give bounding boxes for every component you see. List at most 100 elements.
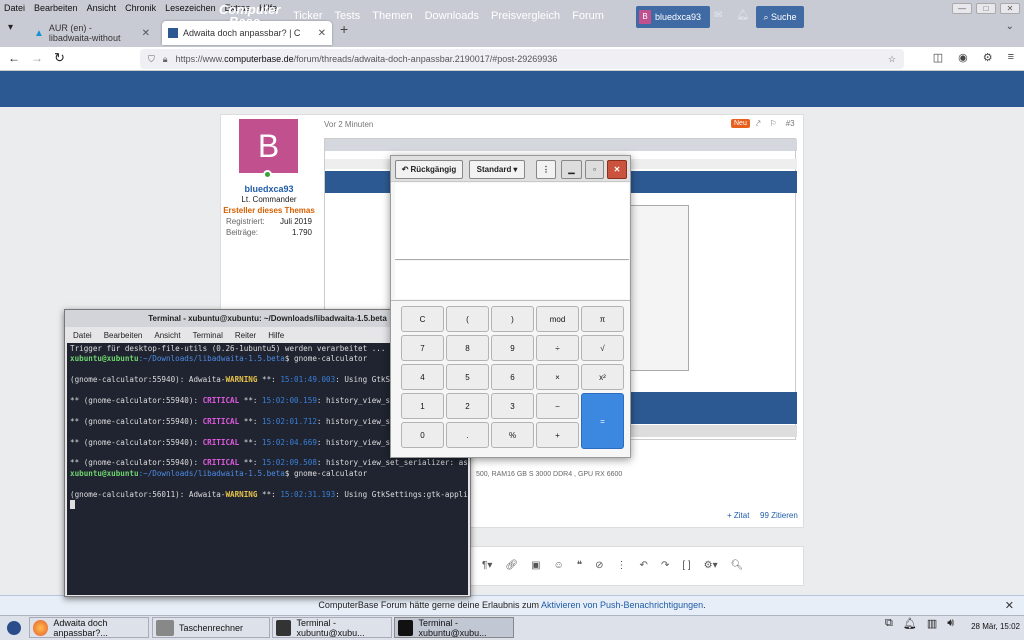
close-button[interactable]: ✕: [607, 160, 627, 179]
back-arrow-icon[interactable]: ←: [8, 51, 20, 65]
undo-icon[interactable]: ↶: [640, 560, 648, 571]
extensions-icon[interactable]: ⚙: [983, 51, 993, 64]
undo-button[interactable]: ↶ Rückgängig: [395, 160, 463, 179]
volume-icon[interactable]: 🔊︎: [947, 617, 954, 630]
whisker-menu-icon[interactable]: [4, 617, 24, 638]
taskbar-item-terminal-2[interactable]: Terminal - xubuntu@xubu...: [394, 617, 514, 638]
settings-icon[interactable]: ⚙▾: [704, 560, 718, 571]
taskbar-item-firefox[interactable]: Adwaita doch anpassbar?...: [29, 617, 149, 638]
nav-preisvergleich[interactable]: Preisvergleich: [491, 10, 560, 22]
key-close-paren[interactable]: ): [491, 306, 534, 332]
mode-dropdown[interactable]: Standard ▾: [469, 160, 525, 179]
share-icon[interactable]: ⤤: [756, 119, 761, 129]
image-icon[interactable]: ▣: [531, 560, 540, 571]
nav-themen[interactable]: Themen: [372, 10, 412, 22]
menu-icon[interactable]: ⋮: [536, 160, 556, 179]
terminal-menu-reiter[interactable]: Reiter: [235, 331, 256, 340]
close-icon[interactable]: ✕: [1005, 599, 1014, 612]
calculator-window[interactable]: ↶ Rückgängig Standard ▾ ⋮ ▁ ▫ ✕ C ( ) mod …: [390, 155, 631, 458]
emoji-icon[interactable]: ☺: [554, 560, 564, 571]
link-icon[interactable]: 🔗︎: [505, 560, 518, 571]
key-decimal[interactable]: .: [446, 422, 489, 448]
account-icon[interactable]: ◉: [958, 51, 968, 64]
key-percent[interactable]: %: [491, 422, 534, 448]
menu-bearbeiten[interactable]: Bearbeiten: [34, 3, 78, 13]
key-minus[interactable]: −: [536, 393, 579, 419]
menu-lesezeichen[interactable]: Lesezeichen: [165, 3, 216, 13]
quote-icon[interactable]: ❝: [577, 560, 582, 571]
key-9[interactable]: 9: [491, 335, 534, 361]
key-4[interactable]: 4: [401, 364, 444, 390]
input-display[interactable]: [395, 261, 629, 299]
maximize-button[interactable]: ▫: [585, 160, 604, 179]
quote-button[interactable]: + Zitat: [727, 511, 749, 520]
pocket-icon[interactable]: ◫: [933, 51, 943, 64]
key-1[interactable]: 1: [401, 393, 444, 419]
nav-downloads[interactable]: Downloads: [425, 10, 479, 22]
bookmark-star-icon[interactable]: ☆: [888, 54, 896, 65]
forward-arrow-icon[interactable]: →: [31, 51, 43, 65]
taskbar-item-calculator[interactable]: Taschenrechner: [152, 617, 270, 638]
key-mod[interactable]: mod: [536, 306, 579, 332]
mail-icon[interactable]: ✉: [714, 10, 722, 21]
post-time[interactable]: Vor 2 Minuten: [324, 120, 373, 129]
key-2[interactable]: 2: [446, 393, 489, 419]
key-5[interactable]: 5: [446, 364, 489, 390]
key-equals[interactable]: =: [581, 393, 624, 449]
close-icon[interactable]: ✕: [318, 28, 326, 39]
taskbar-item-terminal-1[interactable]: Terminal - xubuntu@xubu...: [272, 617, 392, 638]
push-enable-link[interactable]: Aktivieren von Push-Benachrichtigungen: [541, 600, 703, 610]
key-6[interactable]: 6: [491, 364, 534, 390]
lock-icon[interactable]: 🔒︎: [163, 54, 168, 65]
minimize-button[interactable]: ▁: [561, 160, 582, 179]
user-menu[interactable]: B bluedxca93: [636, 6, 710, 28]
key-divide[interactable]: ÷: [536, 335, 579, 361]
preview-icon[interactable]: 🔍︎: [731, 560, 744, 571]
close-icon[interactable]: ✕: [142, 28, 150, 39]
spoiler-icon[interactable]: ⊘: [595, 560, 603, 571]
paragraph-icon[interactable]: ¶▾: [482, 560, 492, 571]
menu-datei[interactable]: Datei: [4, 3, 25, 13]
minimize-button[interactable]: —: [952, 3, 972, 14]
terminal-menu-ansicht[interactable]: Ansicht: [154, 331, 180, 340]
redo-icon[interactable]: ↷: [661, 560, 669, 571]
post-avatar[interactable]: B: [239, 119, 298, 173]
menu-chronik[interactable]: Chronik: [125, 3, 156, 13]
key-plus[interactable]: +: [536, 422, 579, 448]
tab-aur[interactable]: ▲ AUR (en) - libadwaita-without ✕: [28, 21, 156, 45]
close-button[interactable]: ✕: [1000, 3, 1020, 14]
terminal-menu-terminal[interactable]: Terminal: [193, 331, 223, 340]
bbcode-icon[interactable]: [ ]: [682, 560, 690, 571]
key-multiply[interactable]: ×: [536, 364, 579, 390]
site-logo[interactable]: Computer Base: [219, 3, 280, 28]
key-3[interactable]: 3: [491, 393, 534, 419]
nav-tests[interactable]: Tests: [335, 10, 361, 22]
menu-ansicht[interactable]: Ansicht: [87, 3, 117, 13]
shield-icon[interactable]: ⛉: [148, 54, 155, 65]
key-7[interactable]: 7: [401, 335, 444, 361]
chevron-down-icon[interactable]: ⌄: [1006, 21, 1014, 32]
zitieren-button[interactable]: 99 Zitieren: [760, 511, 798, 520]
key-pi[interactable]: π: [581, 306, 624, 332]
hamburger-menu-icon[interactable]: ≡: [1008, 51, 1014, 64]
key-0[interactable]: 0: [401, 422, 444, 448]
notification-bell-icon[interactable]: 🔔︎: [903, 617, 917, 630]
key-open-paren[interactable]: (: [446, 306, 489, 332]
post-author[interactable]: bluedxca93: [220, 184, 318, 194]
network-icon[interactable]: ⧉: [885, 617, 893, 630]
key-sqrt[interactable]: √: [581, 335, 624, 361]
more-icon[interactable]: ⋮: [617, 560, 627, 571]
key-8[interactable]: 8: [446, 335, 489, 361]
nav-forum[interactable]: Forum: [572, 10, 604, 22]
bell-icon[interactable]: 🔔︎: [736, 10, 749, 21]
key-square[interactable]: x²: [581, 364, 624, 390]
post-number[interactable]: #3: [786, 119, 795, 129]
reload-icon[interactable]: ↻: [54, 50, 65, 66]
tab-overview-icon[interactable]: ▾: [8, 22, 13, 33]
screenshot-icon[interactable]: ▥: [927, 617, 937, 630]
url-bar[interactable]: ⛉ 🔒︎ https://www.computerbase.de/forum/t…: [140, 49, 904, 69]
search-button[interactable]: ⌕ Suche: [756, 6, 804, 28]
terminal-menu-hilfe[interactable]: Hilfe: [268, 331, 284, 340]
terminal-menu-bearbeiten[interactable]: Bearbeiten: [104, 331, 143, 340]
maximize-button[interactable]: □: [976, 3, 996, 14]
